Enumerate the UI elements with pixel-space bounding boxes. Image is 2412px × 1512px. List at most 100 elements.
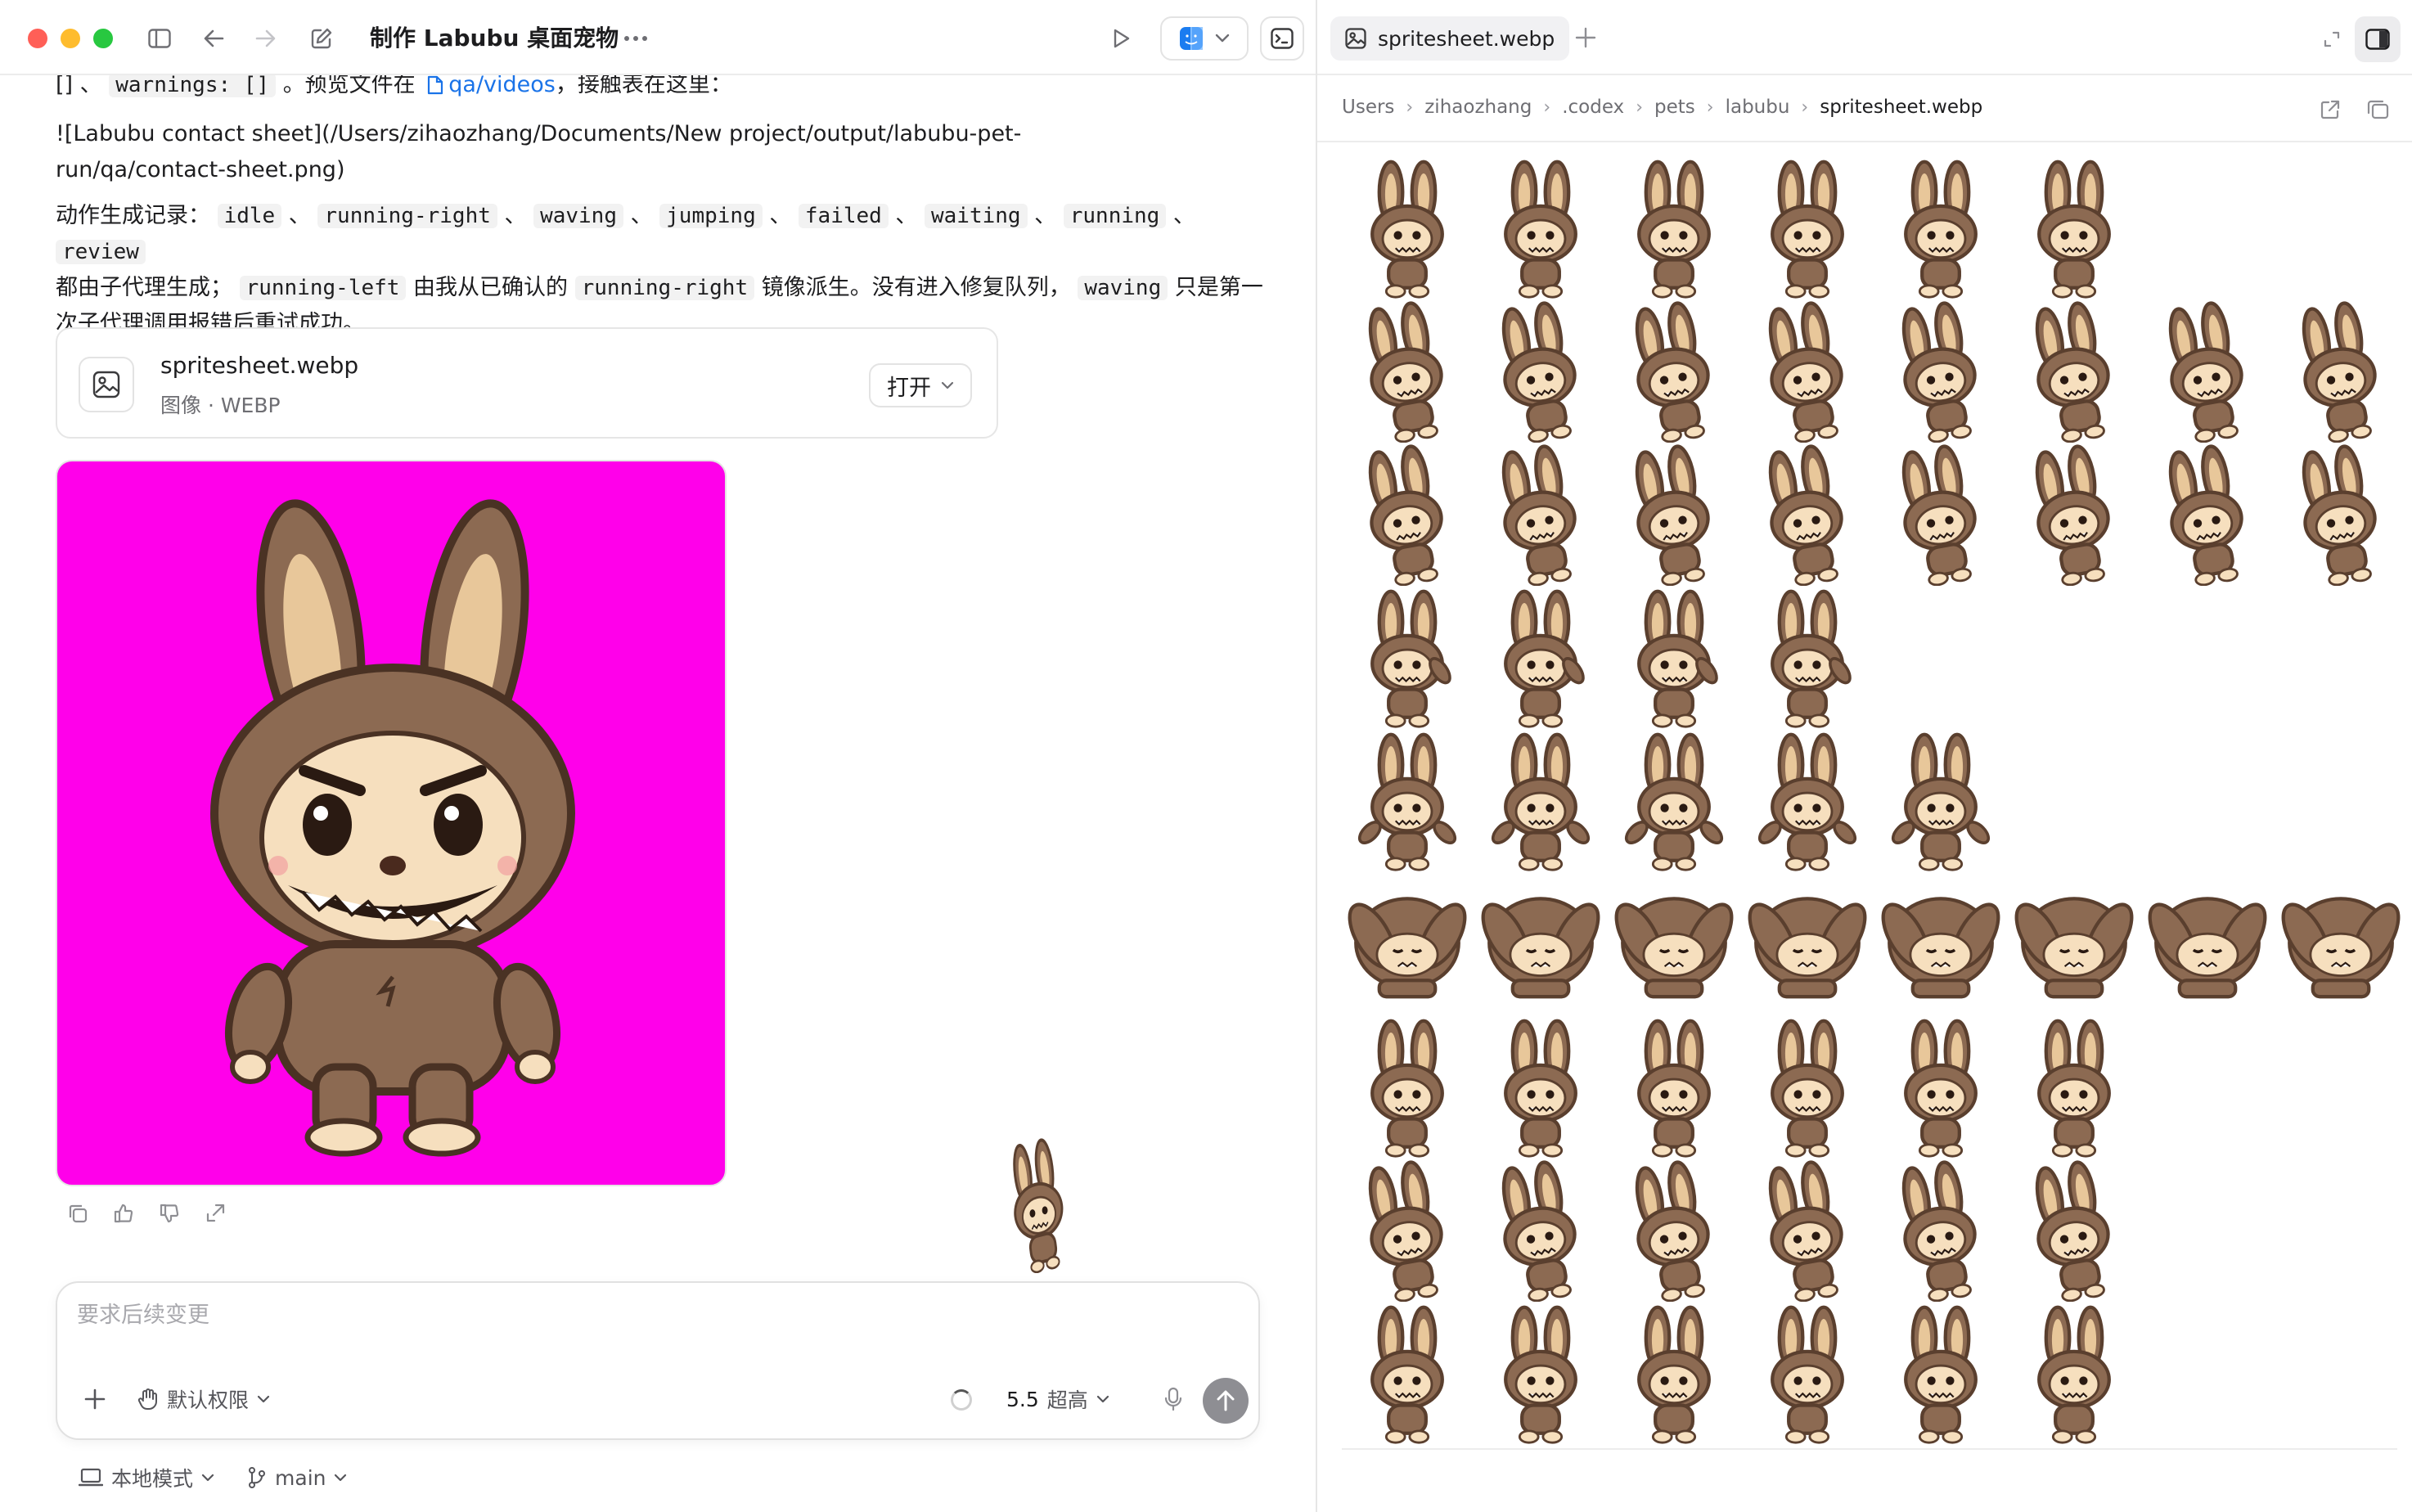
share-icon[interactable] — [203, 1201, 227, 1226]
text-fragment: ，接触表在这里： — [555, 72, 732, 97]
new-chat-icon[interactable] — [301, 18, 342, 59]
sprite-frame-waving — [1370, 589, 1451, 728]
model-version: 5.5 — [1006, 1387, 1039, 1411]
sprite-frame-running — [2035, 1160, 2110, 1302]
run-play-icon[interactable] — [1101, 18, 1142, 59]
more-options-icon[interactable] — [615, 18, 656, 59]
sprite-frame-running-left — [2302, 444, 2377, 586]
sprite-frame-running-left — [1501, 444, 1577, 586]
breadcrumb-item[interactable]: Users — [1342, 97, 1394, 118]
sprite-frame-failed — [2148, 897, 2267, 999]
videos-folder-link[interactable]: qa/videos — [448, 72, 556, 97]
inline-code: warnings: [] — [109, 73, 277, 97]
spritesheet-image[interactable] — [1342, 157, 2401, 1450]
sprite-frame-review — [1771, 1305, 1844, 1444]
thumbs-up-icon[interactable] — [111, 1201, 136, 1226]
finder-icon — [1180, 27, 1203, 50]
sprite-frame-running-right — [1901, 301, 1977, 443]
follow-up-input[interactable] — [77, 1303, 1222, 1328]
breadcrumb-item[interactable]: labubu — [1726, 97, 1790, 118]
animation-name-code: jumping — [659, 204, 763, 228]
sprite-frame-idle — [1504, 160, 1577, 299]
sprite-frame-jumping — [1357, 732, 1457, 871]
animation-summary: 动作生成记录： idle 、 running-right 、 waving 、 … — [56, 198, 1267, 342]
microphone-icon[interactable] — [1155, 1381, 1191, 1417]
permission-label: 默认权限 — [167, 1388, 250, 1412]
copy-icon[interactable] — [2361, 93, 2394, 126]
branch-selector[interactable]: main — [247, 1463, 347, 1492]
message-actions — [65, 1201, 227, 1226]
inline-code: running-right — [574, 276, 755, 300]
sprite-frame-failed — [2281, 897, 2401, 999]
sprite-frame-idle — [1370, 160, 1444, 299]
mode-label: 本地模式 — [111, 1467, 194, 1491]
chevron-right-icon: › — [1636, 97, 1643, 118]
sprite-frame-waiting — [1904, 1019, 1978, 1158]
sprite-frame-running-right — [1635, 301, 1710, 443]
animation-name-code: waiting — [925, 204, 1028, 228]
sprite-frame-jumping — [1624, 732, 1724, 871]
sprite-frame-running-right — [1501, 301, 1577, 443]
sprite-frame-waiting — [1771, 1019, 1844, 1158]
tab-label: spritesheet.webp — [1378, 26, 1555, 51]
mode-selector[interactable]: 本地模式 — [79, 1463, 214, 1492]
text-fragment: 都由子代理生成； — [56, 275, 232, 300]
animation-name-list: idle 、 running-right 、 waving 、 jumping … — [56, 203, 1195, 264]
sprite-frame-running-left — [1768, 444, 1843, 586]
assistant-message: [] 、 warnings: [] 。预览文件在 qa/videos，接触表在这… — [56, 67, 1267, 352]
chevron-down-icon — [335, 1474, 347, 1482]
attachment-name: spritesheet.webp — [160, 352, 359, 379]
sprite-frame-running-left — [1368, 444, 1443, 586]
add-icon[interactable] — [79, 1383, 111, 1415]
close-window-button[interactable] — [28, 29, 47, 48]
copy-icon[interactable] — [65, 1201, 90, 1226]
status-footer: 本地模式 main — [79, 1463, 347, 1492]
open-in-app-button[interactable] — [1160, 16, 1249, 61]
tab-spritesheet[interactable]: spritesheet.webp — [1330, 16, 1570, 61]
floating-desktop-pet[interactable] — [1000, 1137, 1078, 1273]
panel-toggle-icon[interactable] — [2355, 16, 2401, 62]
permission-selector[interactable]: 默认权限 — [137, 1384, 270, 1414]
sprite-frame-waiting — [1637, 1019, 1711, 1158]
loading-spinner-icon — [951, 1389, 972, 1411]
thumbs-down-icon[interactable] — [157, 1201, 182, 1226]
sprite-frame-running-right — [1768, 301, 1843, 443]
sprite-frame-running — [1901, 1160, 1977, 1302]
zoom-window-button[interactable] — [93, 29, 113, 48]
breadcrumb-item[interactable]: .codex — [1562, 97, 1624, 118]
open-external-icon[interactable] — [2314, 93, 2347, 126]
chevron-down-icon — [1215, 34, 1230, 43]
breadcrumb-item[interactable]: zihaozhang — [1424, 97, 1532, 118]
file-viewer-pane: spritesheet.webp Users › zihaozhang › .codex… — [1317, 0, 2412, 1512]
sidebar-toggle-icon[interactable] — [139, 18, 180, 59]
minimize-window-button[interactable] — [61, 29, 80, 48]
sprite-frame-waving — [1504, 589, 1585, 728]
open-attachment-button[interactable]: 打开 — [869, 363, 972, 407]
back-arrow-icon[interactable] — [193, 18, 234, 59]
terminal-button[interactable] — [1260, 16, 1304, 61]
inline-code: running-left — [239, 276, 407, 300]
breadcrumb-item[interactable]: spritesheet.webp — [1820, 97, 1982, 118]
chevron-down-icon — [941, 381, 954, 389]
chevron-right-icon: › — [1543, 97, 1551, 118]
model-selector[interactable]: 5.5 超高 — [1006, 1384, 1109, 1414]
list-separator: 、 — [888, 203, 925, 228]
send-button[interactable] — [1203, 1378, 1249, 1424]
sprite-frame-jumping — [1491, 732, 1591, 871]
breadcrumb-item[interactable]: pets — [1654, 97, 1695, 118]
contact-sheet-markdown: ![Labubu contact sheet](/Users/zihaozhan… — [56, 121, 1022, 182]
sprite-frame-running-right — [2168, 301, 2243, 443]
sprite-frame-failed — [1748, 897, 1867, 999]
composer: 默认权限 5.5 超高 — [56, 1281, 1260, 1440]
sprite-frame-running — [1768, 1160, 1843, 1302]
thread-title: 制作 Labubu 桌面宠物 — [370, 25, 619, 52]
sprite-frame-waiting — [1370, 1019, 1444, 1158]
attachment-card[interactable]: spritesheet.webp 图像 · WEBP 打开 — [56, 327, 998, 439]
open-button-label: 打开 — [887, 375, 931, 401]
sprite-frame-failed — [1881, 897, 2000, 999]
forward-arrow-icon[interactable] — [245, 18, 286, 59]
chevron-right-icon: › — [1706, 97, 1714, 118]
expand-icon[interactable] — [2315, 23, 2348, 56]
spritesheet-preview-image[interactable] — [56, 460, 727, 1186]
plus-icon[interactable] — [1569, 21, 1602, 54]
